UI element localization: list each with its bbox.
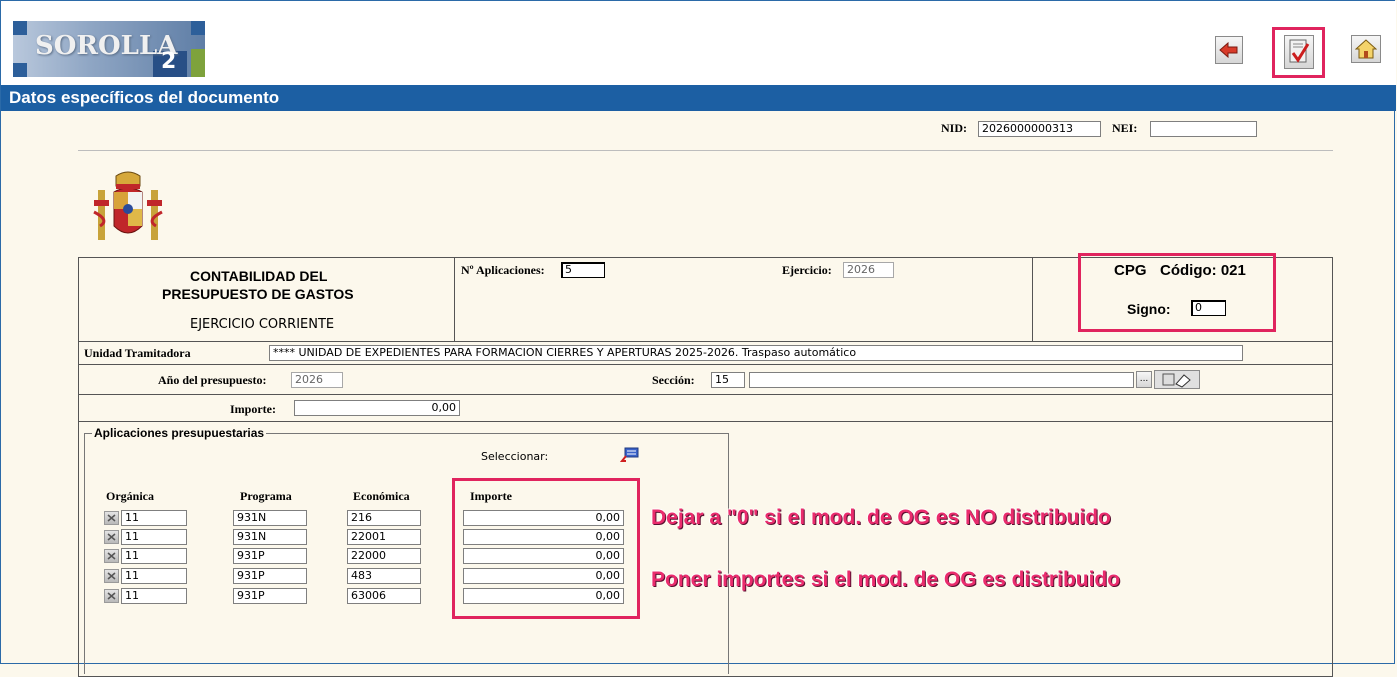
cpg-label: CPG xyxy=(1114,262,1147,279)
organica-field[interactable]: 11 xyxy=(121,529,187,545)
n-aplicaciones-field[interactable]: 5 xyxy=(561,262,605,278)
importe-label: Importe: xyxy=(230,402,276,416)
nei-label: NEI: xyxy=(1112,121,1138,135)
organica-field[interactable]: 11 xyxy=(121,568,187,584)
ellipsis-icon: ... xyxy=(1139,374,1149,384)
close-icon xyxy=(107,533,116,541)
programa-field[interactable]: 931N xyxy=(233,529,307,545)
seccion-label: Sección: xyxy=(652,373,695,387)
seccion-desc-field[interactable] xyxy=(749,372,1134,388)
sorolla-logo: SOROLLA 2 xyxy=(13,21,205,77)
delete-row-button[interactable] xyxy=(104,569,119,583)
economica-field[interactable]: 216 xyxy=(347,510,421,526)
divider xyxy=(454,257,455,341)
col-organica-header: Orgánica xyxy=(106,489,154,503)
programa-field[interactable]: 931P xyxy=(233,588,307,604)
delete-row-button[interactable] xyxy=(104,549,119,563)
home-button[interactable] xyxy=(1351,35,1381,63)
back-button[interactable] xyxy=(1215,36,1243,64)
importe-field[interactable]: 0,00 xyxy=(463,510,624,526)
divider xyxy=(1032,257,1033,341)
delete-row-button[interactable] xyxy=(104,530,119,544)
annotation-note2: Poner importes si el mod. de OG es distr… xyxy=(651,568,1121,591)
divider xyxy=(78,421,1333,422)
close-icon xyxy=(107,552,116,560)
organica-field[interactable]: 11 xyxy=(121,510,187,526)
close-icon xyxy=(107,572,116,580)
select-list-icon[interactable] xyxy=(620,447,640,463)
divider xyxy=(78,150,1333,151)
divider xyxy=(78,394,1333,395)
app-header: SOROLLA 2 xyxy=(1,1,1396,85)
checkmark-document-icon xyxy=(1289,39,1310,63)
divider xyxy=(78,364,1333,365)
page-title: Datos específicos del documento xyxy=(1,85,1396,111)
nei-field[interactable] xyxy=(1150,121,1257,137)
col-economica-header: Económica xyxy=(353,489,410,503)
anio-presupuesto-label: Año del presupuesto: xyxy=(158,373,267,387)
anio-presupuesto-field[interactable]: 2026 xyxy=(291,372,343,388)
nid-field[interactable]: 2026000000313 xyxy=(978,121,1101,137)
economica-field[interactable]: 22000 xyxy=(347,548,421,564)
nid-label: NID: xyxy=(941,121,967,135)
divider xyxy=(78,341,1333,342)
unidad-label: Unidad Tramitadora xyxy=(84,346,191,360)
aplicaciones-legend: Aplicaciones presupuestarias xyxy=(92,426,267,440)
doc-title-line1: CONTABILIDAD DEL xyxy=(190,268,328,284)
doc-title-line2: PRESUPUESTO DE GASTOS xyxy=(162,286,354,302)
programa-field[interactable]: 931P xyxy=(233,568,307,584)
seleccionar-label: Seleccionar: xyxy=(481,450,549,463)
logo-text: SOROLLA xyxy=(35,31,178,61)
importe-field[interactable]: 0,00 xyxy=(463,529,624,545)
ejercicio-field[interactable]: 2026 xyxy=(843,262,894,278)
delete-row-button[interactable] xyxy=(104,511,119,525)
seccion-clear-button[interactable] xyxy=(1154,370,1200,389)
col-programa-header: Programa xyxy=(240,489,292,503)
importe-field[interactable]: 0,00 xyxy=(463,588,624,604)
economica-field[interactable]: 483 xyxy=(347,568,421,584)
signo-field[interactable]: 0 xyxy=(1191,300,1226,316)
logo-number: 2 xyxy=(161,49,177,74)
importe-field[interactable]: 0,00 xyxy=(294,400,460,416)
close-icon xyxy=(107,592,116,600)
codigo-label: Código: 021 xyxy=(1160,262,1246,279)
coat-of-arms-icon xyxy=(93,171,163,240)
organica-field[interactable]: 11 xyxy=(121,588,187,604)
economica-field[interactable]: 63006 xyxy=(347,588,421,604)
arrow-left-icon xyxy=(1219,42,1238,58)
organica-field[interactable]: 11 xyxy=(121,548,187,564)
unidad-field[interactable]: **** UNIDAD DE EXPEDIENTES PARA FORMACIO… xyxy=(269,345,1243,361)
programa-field[interactable]: 931N xyxy=(233,510,307,526)
seccion-code-field[interactable]: 15 xyxy=(711,372,745,388)
doc-subtitle: EJERCICIO CORRIENTE xyxy=(190,317,335,332)
programa-field[interactable]: 931P xyxy=(233,548,307,564)
economica-field[interactable]: 22001 xyxy=(347,529,421,545)
close-icon xyxy=(107,514,116,522)
delete-row-button[interactable] xyxy=(104,589,119,603)
annotation-note1: Dejar a "0" si el mod. de OG es NO distr… xyxy=(651,506,1111,529)
home-icon xyxy=(1355,39,1377,59)
importe-field[interactable]: 0,00 xyxy=(463,568,624,584)
signo-label: Signo: xyxy=(1127,301,1171,317)
importe-field[interactable]: 0,00 xyxy=(463,548,624,564)
eraser-icon xyxy=(1162,373,1191,388)
ejercicio-label: Ejercicio: xyxy=(782,263,832,277)
n-aplicaciones-label: Nº Aplicaciones: xyxy=(461,263,545,277)
seccion-lookup-button[interactable]: ... xyxy=(1136,371,1152,388)
validate-button[interactable] xyxy=(1284,35,1314,69)
